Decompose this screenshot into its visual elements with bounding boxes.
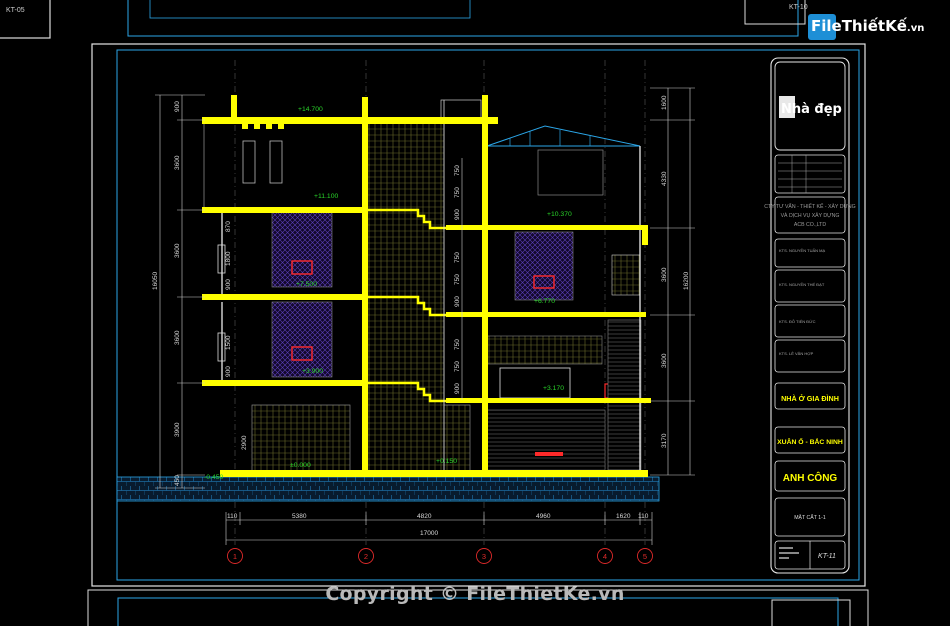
stair-dim-8: 750	[454, 361, 461, 372]
right-dim-total: 16200	[683, 272, 690, 290]
right-dim-5: 3170	[661, 433, 668, 448]
stair-dim-9: 900	[454, 383, 461, 394]
left-dim-total: 16050	[152, 272, 159, 290]
left-window-3: 900	[225, 279, 232, 290]
stair-dim-1: 750	[454, 165, 461, 176]
stair-dim-2: 750	[454, 187, 461, 198]
bottom-dim-3: 4820	[417, 513, 432, 520]
signature-1: KTS. NGUYỄN TUẤN MẠ	[779, 248, 825, 253]
ground-fill	[116, 476, 660, 502]
signature-2: KTS. NGUYỄN THẾ ĐẠT	[779, 282, 825, 287]
sheet-number: KT-11	[818, 553, 836, 560]
level-ground-right: +0.150	[436, 458, 457, 465]
left-dim-text: 16050 900 3600 3600 3600 3900 450 870 18…	[152, 101, 248, 486]
left-dim-1: 900	[174, 101, 181, 112]
level-3-right: +6.770	[534, 298, 555, 305]
project-location: XUÂN Ổ - BẮC NINH	[777, 437, 843, 446]
left-dim-3: 3600	[174, 243, 181, 258]
stair-dim-3: 900	[454, 209, 461, 220]
right-dim-3: 3600	[661, 267, 668, 282]
left-window-1: 870	[225, 221, 232, 232]
stair-dim-5: 750	[454, 274, 461, 285]
axis-2: 2	[364, 552, 368, 561]
bottom-dim-text: 110 5380 4820 4960 1620 110 17000	[227, 513, 649, 537]
bottom-dim-4: 4960	[536, 513, 551, 520]
stair-dim-4: 750	[454, 252, 461, 263]
axis-4: 4	[603, 552, 607, 561]
left-window-5: 900	[225, 366, 232, 377]
level-3: +7.500	[296, 281, 317, 288]
stair-dim-7: 750	[454, 339, 461, 350]
stair-dim-text: 750 750 900 750 750 900 750 750 900	[454, 165, 461, 394]
left-window-2: 1800	[225, 251, 232, 266]
left-dim-5: 3900	[174, 422, 181, 437]
level-roof: +14.700	[298, 106, 323, 113]
level-4: +11.100	[314, 193, 338, 200]
brand-name: Nhà đẹp	[781, 102, 842, 117]
company-line3: ACB CO.,LTD	[794, 222, 826, 228]
right-dim-2: 4330	[661, 171, 668, 186]
level-2: +3.900	[302, 368, 323, 375]
right-dim-text: 16200 1600 4330 3600 3600 3170	[661, 95, 690, 448]
top-right-tag: KT-10	[789, 4, 808, 11]
left-dim-2: 3600	[174, 155, 181, 170]
bottom-dim-2: 5380	[292, 513, 307, 520]
signature-3: KTS. ĐỖ TIẾN ĐỨC	[779, 319, 816, 324]
company-line2: VÀ DỊCH VỤ XÂY DỰNG	[781, 212, 840, 219]
bottom-dim-lines	[225, 512, 653, 545]
right-dim-1: 1600	[661, 95, 668, 110]
axis-labels: 1 2 3 4 5	[233, 552, 647, 561]
left-dim-6: 450	[174, 475, 181, 486]
cad-section-drawing: KT-05 KT-10 +14.700 +11.100 +10.370 +7.5…	[0, 0, 869, 626]
level-ground: ±0.000	[290, 462, 311, 469]
logo-name: FileThiếtKế	[811, 17, 907, 35]
bottom-dim-1: 110	[227, 513, 238, 520]
level-4-right: +10.370	[547, 211, 572, 218]
left-dim-4: 3600	[174, 330, 181, 345]
site-logo[interactable]: FileThiếtKế.vn	[808, 12, 924, 42]
copyright-watermark: Copyright © FileThietKe.vn	[325, 583, 625, 605]
project-name: NHÀ Ở GIA ĐÌNH	[781, 394, 839, 403]
logo-text: FileThiếtKế.vn	[811, 17, 924, 35]
left-window-6: 2900	[241, 435, 248, 450]
owner-name: ANH CÔNG	[783, 471, 838, 484]
axis-3: 3	[482, 552, 486, 561]
bottom-dim-total: 17000	[420, 530, 438, 537]
bottom-dim-5: 1620	[616, 513, 631, 520]
right-dim-4: 3600	[661, 353, 668, 368]
axis-5: 5	[643, 552, 647, 561]
axis-1: 1	[233, 552, 237, 561]
right-block	[486, 125, 642, 475]
company-line1: CTY TƯ VẤN - THIẾT KẾ - XÂY DỰNG	[764, 203, 855, 210]
title-block: Nhà đẹp CTY TƯ VẤN - THIẾT KẾ - XÂY DỰNG…	[764, 57, 856, 574]
level-outside: -0.450	[204, 474, 223, 481]
level-2-right: +3.170	[543, 385, 564, 392]
top-left-tag: KT-05	[6, 7, 25, 14]
axis-bubbles	[227, 548, 653, 564]
signature-4: KTS. LÊ VĂN HỢP	[779, 351, 814, 356]
left-window-4: 1500	[225, 335, 232, 350]
stair-dim-6: 900	[454, 296, 461, 307]
logo-domain: .vn	[906, 23, 925, 34]
drawing-title: MẶT CẮT 1-1	[794, 513, 826, 521]
bottom-dim-6: 110	[638, 513, 649, 520]
